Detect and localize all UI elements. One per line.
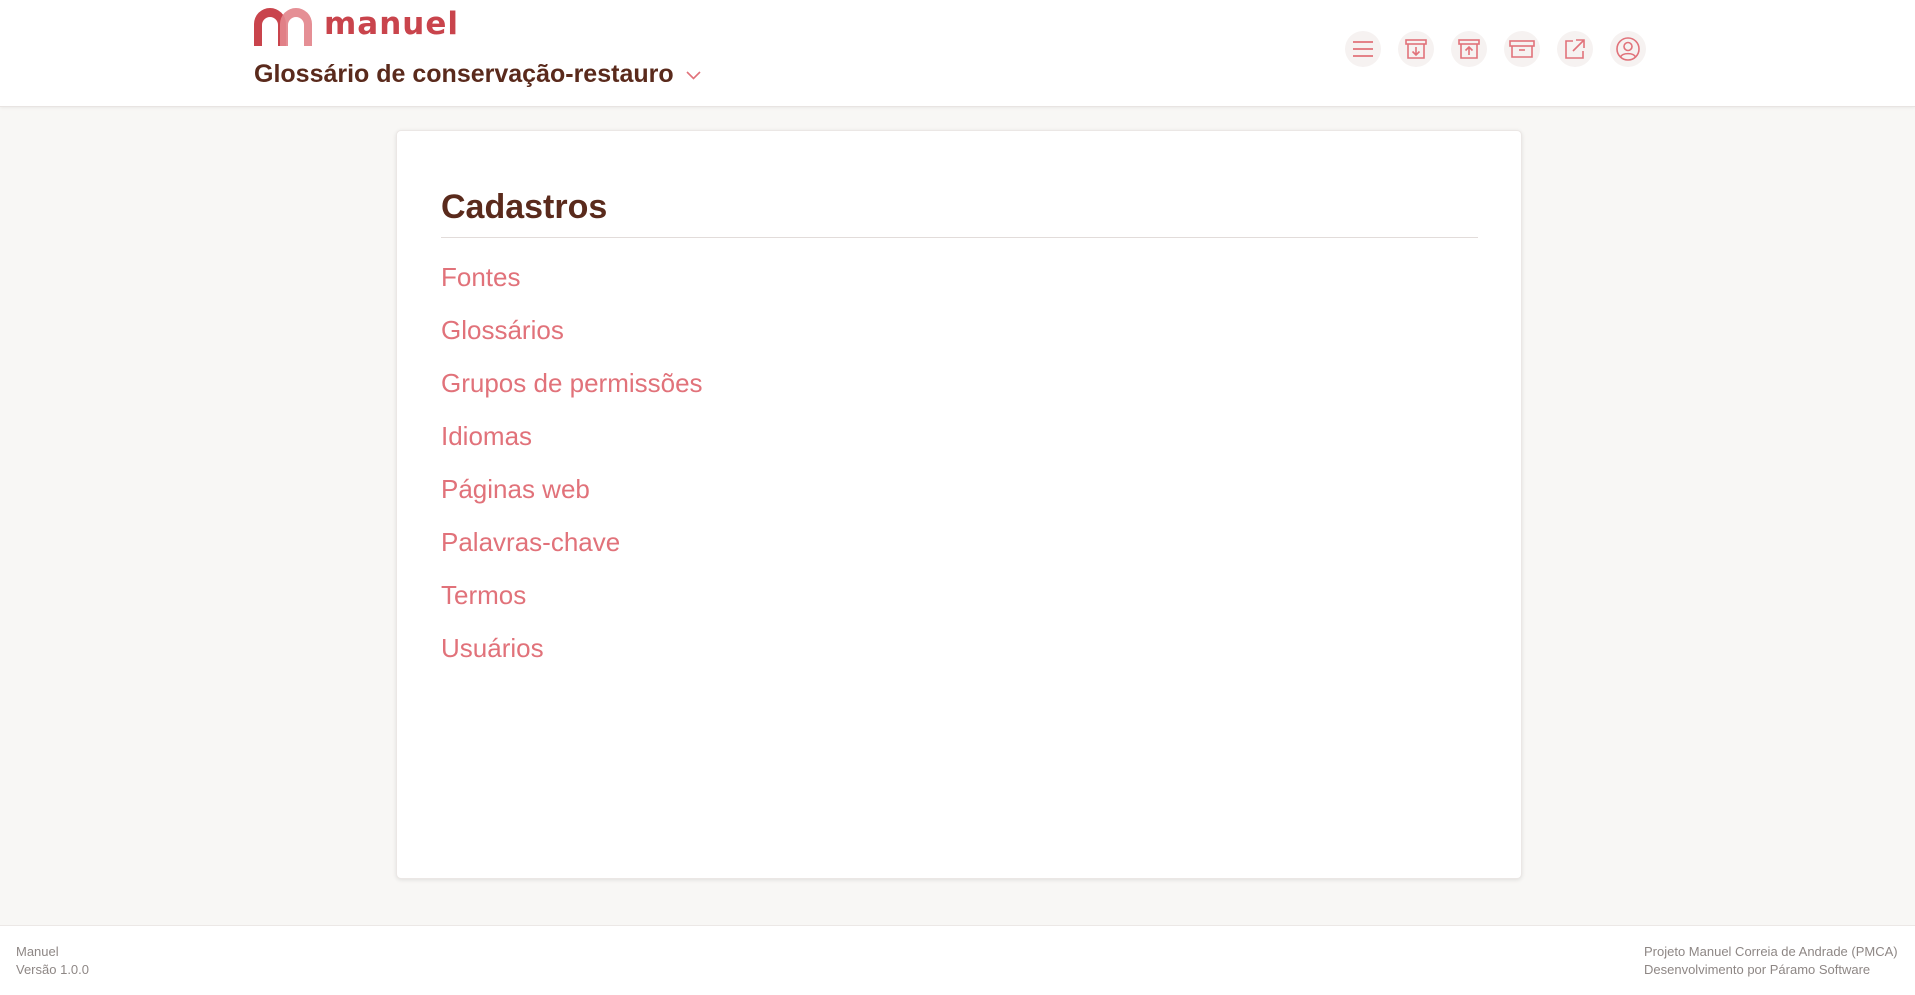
link-termos[interactable]: Termos — [441, 580, 526, 610]
link-paginas-web[interactable]: Páginas web — [441, 474, 590, 504]
list-item: Usuários — [441, 633, 703, 686]
archive-icon — [1509, 40, 1535, 58]
menu-button[interactable] — [1345, 31, 1381, 67]
export-icon — [1458, 39, 1480, 59]
footer-app-info: Manuel Versão 1.0.0 — [16, 943, 89, 979]
list-item: Termos — [441, 580, 703, 633]
footer-version: Versão 1.0.0 — [16, 962, 89, 977]
list-item: Páginas web — [441, 474, 703, 527]
list-item: Glossários — [441, 315, 703, 368]
list-item: Fontes — [441, 262, 703, 315]
top-bar: manuel Glossário de conservação-restauro — [0, 0, 1915, 107]
footer-credits: Projeto Manuel Correia de Andrade (PMCA)… — [1644, 943, 1898, 979]
user-account-button[interactable] — [1610, 31, 1646, 67]
logo-mark-icon — [254, 8, 312, 46]
external-link-button[interactable] — [1557, 31, 1593, 67]
footer-developer: Desenvolvimento por Páramo Software — [1644, 962, 1871, 977]
footer-app-name: Manuel — [16, 944, 59, 959]
toolbar — [1345, 31, 1646, 67]
manuel-logo[interactable]: manuel — [254, 8, 459, 46]
import-button[interactable] — [1398, 31, 1434, 67]
registries-card: Cadastros Fontes Glossários Grupos de pe… — [396, 130, 1522, 879]
link-idiomas[interactable]: Idiomas — [441, 421, 532, 451]
list-item: Grupos de permissões — [441, 368, 703, 421]
link-grupos-de-permissoes[interactable]: Grupos de permissões — [441, 368, 703, 398]
list-item: Idiomas — [441, 421, 703, 474]
chevron-down-icon — [686, 71, 701, 80]
page-footer: Manuel Versão 1.0.0 Projeto Manuel Corre… — [0, 925, 1915, 995]
user-account-icon — [1616, 37, 1640, 61]
glossary-title: Glossário de conservação-restauro — [254, 60, 674, 88]
list-item: Palavras-chave — [441, 527, 703, 580]
import-icon — [1405, 39, 1427, 59]
archive-button[interactable] — [1504, 31, 1540, 67]
menu-icon — [1353, 41, 1373, 57]
external-link-icon — [1565, 39, 1585, 59]
link-usuarios[interactable]: Usuários — [441, 633, 544, 663]
footer-project: Projeto Manuel Correia de Andrade (PMCA) — [1644, 944, 1898, 959]
link-fontes[interactable]: Fontes — [441, 262, 521, 292]
link-glossarios[interactable]: Glossários — [441, 315, 564, 345]
title-divider — [441, 237, 1478, 238]
export-button[interactable] — [1451, 31, 1487, 67]
registry-list: Fontes Glossários Grupos de permissões I… — [441, 262, 703, 686]
glossary-selector[interactable]: Glossário de conservação-restauro — [254, 60, 701, 89]
link-palavras-chave[interactable]: Palavras-chave — [441, 527, 620, 557]
logo-wordmark: manuel — [324, 5, 460, 42]
page-title: Cadastros — [441, 188, 608, 226]
